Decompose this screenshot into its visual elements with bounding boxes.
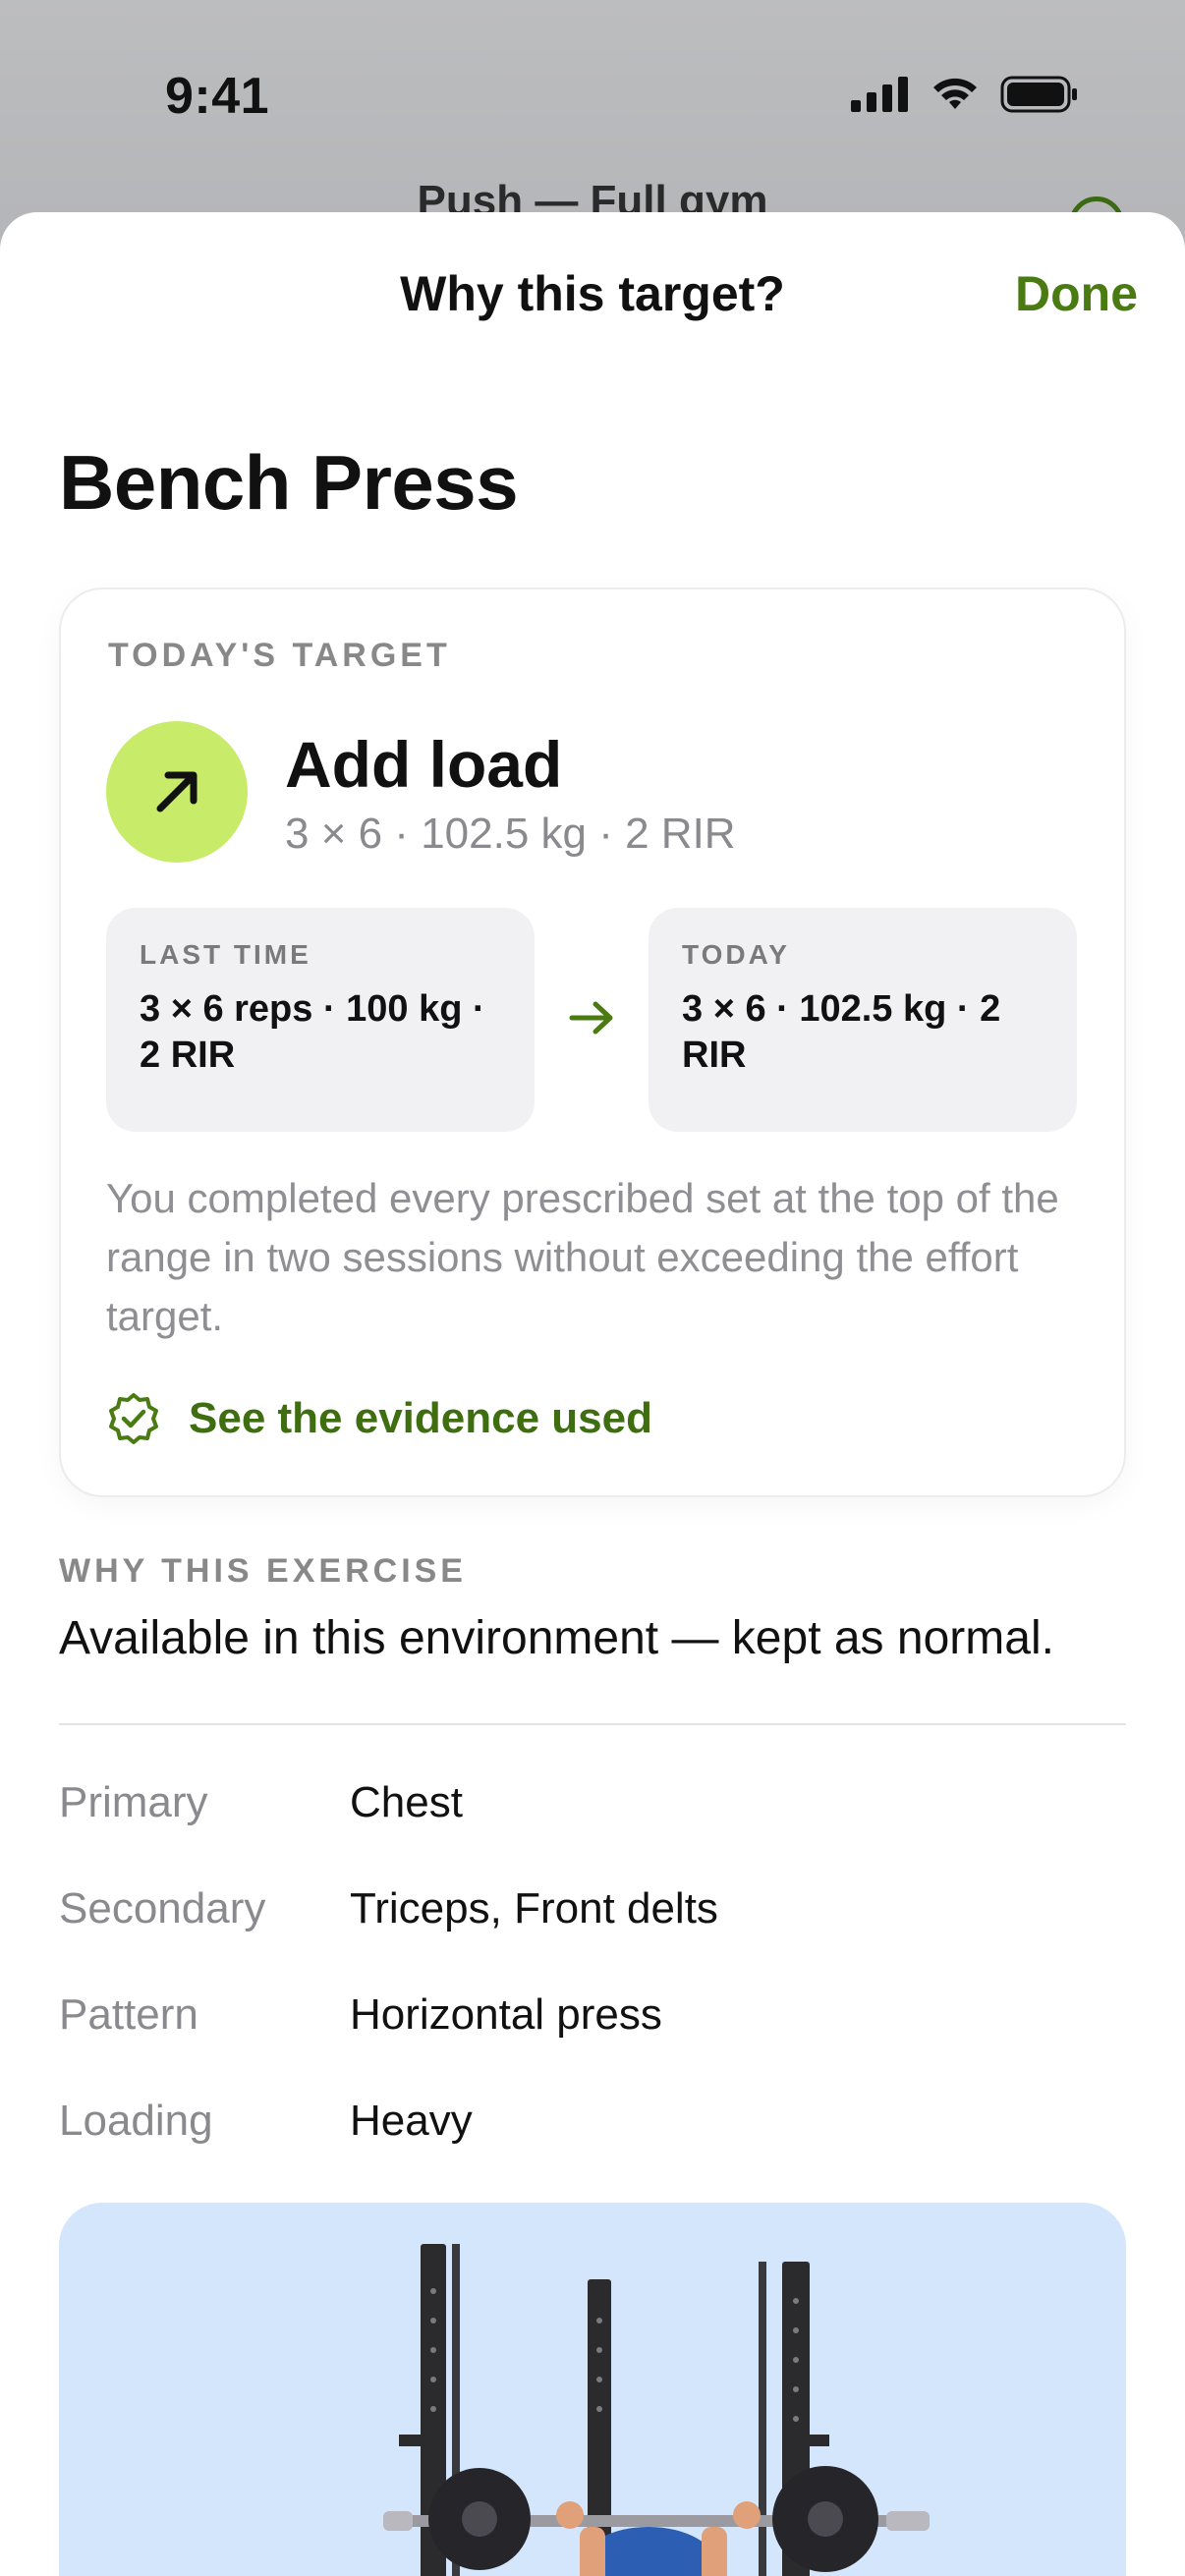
todays-target-label: TODAY'S TARGET — [108, 637, 451, 674]
arrow-right-icon — [568, 996, 617, 1044]
detail-value: Triceps, Front delts — [350, 1884, 718, 1932]
detail-row-pattern: Pattern Horizontal press — [59, 1990, 1126, 2049]
status-icons — [851, 75, 1079, 114]
detail-key: Primary — [59, 1778, 208, 1826]
detail-value: Chest — [350, 1778, 463, 1826]
last-time-label: LAST TIME — [140, 939, 311, 970]
sheet-header: Why this target? Done — [0, 212, 1185, 379]
detail-row-secondary: Secondary Triceps, Front delts — [59, 1884, 1126, 1943]
see-evidence-label: See the evidence used — [189, 1394, 652, 1442]
detail-key: Pattern — [59, 1990, 198, 2039]
see-evidence-link[interactable]: See the evidence used — [106, 1391, 652, 1446]
today-value: 3 × 6 · 102.5 kg · 2 RIR — [682, 988, 1001, 1077]
target-explanation: You completed every prescribed set at th… — [106, 1175, 1059, 1339]
signal-icon — [851, 77, 908, 112]
exercise-illustration — [59, 2203, 1126, 2576]
status-time: 9:41 — [165, 68, 270, 125]
last-time-box: LAST TIME 3 × 6 reps · 100 kg · 2 RIR — [106, 908, 535, 1132]
status-bar: 9:41 — [0, 0, 1185, 196]
why-exercise-label: WHY THIS EXERCISE — [59, 1552, 467, 1590]
wifi-icon — [933, 78, 977, 109]
today-box: TODAY 3 × 6 · 102.5 kg · 2 RIR — [649, 908, 1077, 1132]
today-label: TODAY — [682, 939, 790, 970]
detail-row-primary: Primary Chest — [59, 1778, 1126, 1837]
bench-press-illustration — [383, 2244, 930, 2576]
verified-badge-icon — [109, 1393, 158, 1444]
detail-row-loading: Loading Heavy — [59, 2097, 1126, 2156]
detail-key: Loading — [59, 2097, 213, 2145]
action-title: Add load — [285, 728, 563, 801]
divider — [59, 1723, 1126, 1725]
arrow-up-right-icon — [106, 721, 248, 863]
sheet-title: Why this target? — [400, 266, 785, 321]
detail-key: Secondary — [59, 1884, 266, 1932]
target-card: TODAY'S TARGET Add load 3 × 6 · 102.5 kg… — [59, 588, 1126, 1497]
battery-icon — [1000, 76, 1077, 113]
why-exercise-text: Available in this environment — kept as … — [59, 1612, 1054, 1664]
detail-value: Heavy — [350, 2097, 473, 2145]
detail-value: Horizontal press — [350, 1990, 662, 2039]
last-time-value: 3 × 6 reps · 100 kg · 2 RIR — [140, 988, 485, 1077]
done-button[interactable]: Done — [1015, 265, 1138, 322]
action-subtitle: 3 × 6 · 102.5 kg · 2 RIR — [285, 810, 736, 858]
why-target-sheet: Why this target? Done Bench Press TODAY'… — [0, 212, 1185, 2576]
exercise-title: Bench Press — [59, 439, 519, 526]
